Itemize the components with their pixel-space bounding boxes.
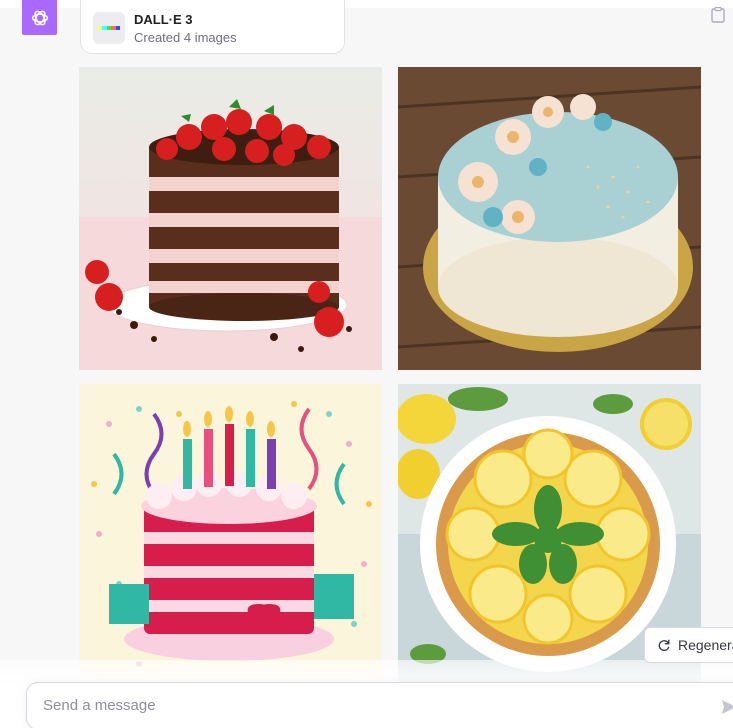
tool-name: DALL·E 3 — [134, 12, 193, 27]
send-icon[interactable] — [721, 699, 733, 715]
refresh-icon — [658, 639, 670, 651]
message-input[interactable] — [41, 696, 685, 715]
generated-image-2[interactable] — [398, 67, 701, 370]
openai-logo-icon — [31, 10, 48, 25]
copy-icon[interactable] — [711, 7, 725, 23]
message-composer[interactable] — [26, 682, 733, 728]
dalle-tool-card[interactable]: DALL·E 3 Created 4 images — [80, 0, 345, 54]
assistant-avatar — [22, 0, 57, 35]
chocolate-strawberry-layer-cake-icon — [79, 67, 382, 370]
regenerate-button[interactable]: Regenera — [644, 627, 733, 663]
chat-page: DALL·E 3 Created 4 images Regener Send a… — [0, 0, 733, 728]
generated-image-3[interactable] — [79, 384, 382, 687]
blue-floral-frosted-cake-icon — [398, 67, 701, 370]
dalle-icon — [93, 12, 125, 44]
tool-status: Created 4 images — [134, 30, 237, 45]
birthday-cake-with-candles-icon — [79, 384, 382, 687]
regenerate-label: Regenera — [678, 637, 733, 653]
generated-image-1[interactable] — [79, 67, 382, 370]
